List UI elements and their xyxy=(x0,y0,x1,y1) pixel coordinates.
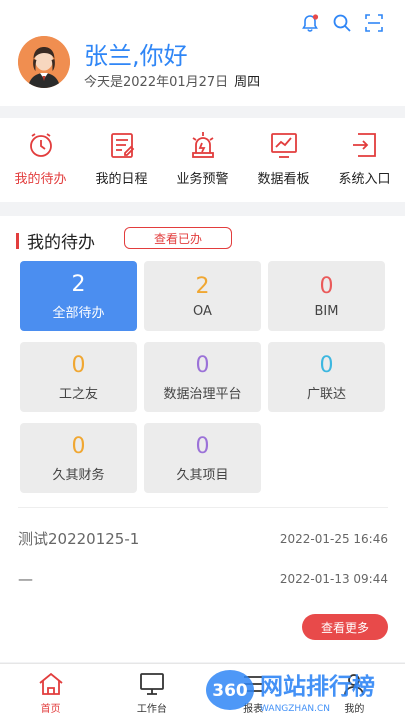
tile-jiuqi-project[interactable]: 0 久其项目 xyxy=(144,423,261,493)
tile-label: 全部待办 xyxy=(52,305,105,321)
tile-label: 久其财务 xyxy=(52,467,105,483)
tile-glodon[interactable]: 0 广联达 xyxy=(268,342,385,412)
date-text: 今天是2022年01月27日 xyxy=(84,75,229,90)
bell-icon[interactable] xyxy=(299,12,321,34)
bottom-tab-bar: 首页 工作台 报表 我的 xyxy=(0,663,405,720)
tile-label: BIM xyxy=(314,303,339,319)
tile-count: 0 xyxy=(195,352,210,378)
quick-entry-my-todo[interactable]: 我的待办 xyxy=(0,118,81,202)
user-icon xyxy=(344,674,365,696)
quick-entry-business-alert[interactable]: 业务预警 xyxy=(162,118,243,202)
avatar[interactable] xyxy=(18,36,70,88)
top-actions xyxy=(299,12,385,34)
record-date: 2022-01-25 16:46 xyxy=(279,531,388,546)
record-date: 2022-01-13 09:44 xyxy=(279,572,388,586)
tile-count: 2 xyxy=(71,271,86,297)
tile-count: 0 xyxy=(319,352,334,378)
tile-count: 0 xyxy=(71,433,86,459)
todo-title: 我的待办 xyxy=(16,228,95,253)
login-icon xyxy=(352,133,376,157)
alarm-icon xyxy=(191,132,214,158)
quick-entry-label: 业务预警 xyxy=(176,172,229,187)
tile-count: 0 xyxy=(319,273,334,299)
dashboard-icon xyxy=(270,133,297,158)
report-icon xyxy=(244,676,263,692)
view-done-button[interactable]: 查看已办 xyxy=(124,227,232,249)
tile-count: 0 xyxy=(71,352,86,378)
scan-icon[interactable] xyxy=(363,12,385,34)
tab-workbench[interactable]: 工作台 xyxy=(101,664,202,720)
schedule-icon xyxy=(110,133,134,158)
tile-label: 工之友 xyxy=(58,386,98,402)
tile-label: 久其项目 xyxy=(176,467,229,483)
tab-label: 工作台 xyxy=(136,704,167,715)
quick-entry-my-schedule[interactable]: 我的日程 xyxy=(81,118,162,202)
tile-oa[interactable]: 2 OA xyxy=(144,261,261,331)
quick-entry-label: 系统入口 xyxy=(338,172,391,187)
todo-record[interactable]: 测试20220125-1 2022-01-25 16:46 xyxy=(18,528,388,549)
quick-entry-label: 我的日程 xyxy=(95,172,148,187)
todo-card: 我的待办 查看已办 2 全部待办 2 OA 0 BIM 0 工之友 0 数据治理… xyxy=(0,216,405,662)
tab-mine[interactable]: 我的 xyxy=(304,664,405,720)
quick-entry-dashboard[interactable]: 数据看板 xyxy=(243,118,324,202)
tile-all-todo[interactable]: 2 全部待办 xyxy=(20,261,137,331)
divider xyxy=(18,507,388,508)
tile-gongzhiyou[interactable]: 0 工之友 xyxy=(20,342,137,412)
quick-entry-label: 我的待办 xyxy=(14,172,67,187)
search-icon[interactable] xyxy=(331,12,353,34)
tab-home[interactable]: 首页 xyxy=(0,664,101,720)
clock-icon xyxy=(29,133,52,157)
quick-entry-system[interactable]: 系统入口 xyxy=(324,118,405,202)
view-more-button[interactable]: 查看更多 xyxy=(302,614,388,640)
monitor-icon xyxy=(139,673,164,695)
tile-label: OA xyxy=(193,303,212,319)
tile-jiuqi-finance[interactable]: 0 久其财务 xyxy=(20,423,137,493)
record-title: 测试20220125-1 xyxy=(18,530,140,548)
tile-bim[interactable]: 0 BIM xyxy=(268,261,385,331)
quick-entries: 我的待办 我的日程 业务预警 数据看板 系统入口 xyxy=(0,118,405,202)
tile-data-governance[interactable]: 0 数据治理平台 xyxy=(144,342,261,412)
tab-label: 我的 xyxy=(344,704,365,715)
tab-label: 首页 xyxy=(40,704,61,715)
tile-label: 数据治理平台 xyxy=(163,386,242,402)
header: 张兰,你好 今天是2022年01月27日 周四 xyxy=(0,0,405,106)
weekday: 周四 xyxy=(234,75,261,90)
record-title: — xyxy=(18,570,33,588)
todo-record[interactable]: — 2022-01-13 09:44 xyxy=(18,570,388,588)
tab-report[interactable]: 报表 xyxy=(203,664,304,720)
home-icon xyxy=(39,672,63,695)
quick-entry-label: 数据看板 xyxy=(257,172,310,187)
date-line: 今天是2022年01月27日 周四 xyxy=(84,71,260,90)
tab-label: 报表 xyxy=(243,704,264,715)
greeting: 张兰,你好 xyxy=(84,42,188,70)
todo-title-text: 我的待办 xyxy=(27,233,95,253)
title-accent-bar xyxy=(16,232,19,249)
tile-count: 2 xyxy=(195,273,210,299)
tile-label: 广联达 xyxy=(306,386,346,402)
tile-count: 0 xyxy=(195,433,210,459)
